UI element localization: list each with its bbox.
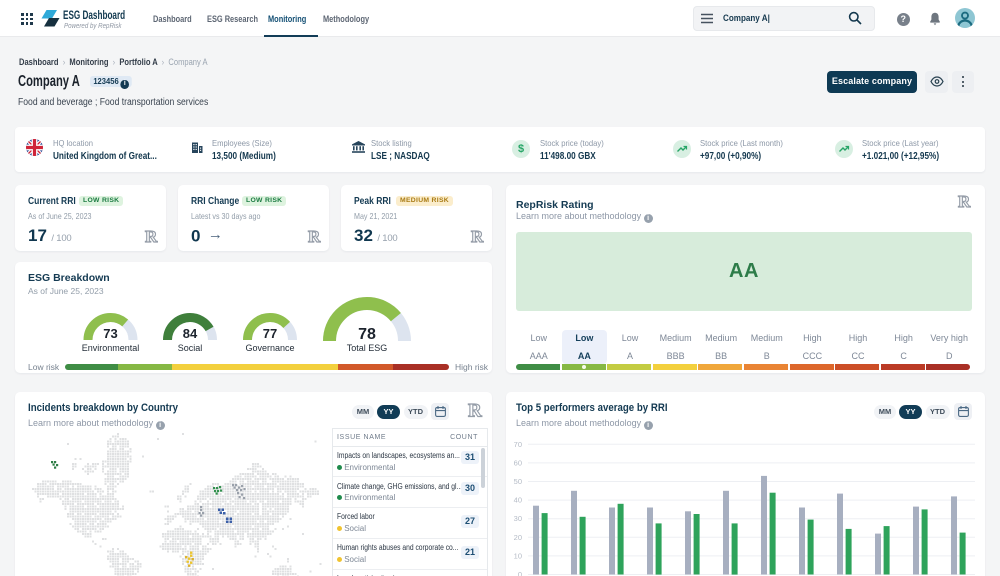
svg-text:40: 40 [514,496,522,505]
svg-text:0: 0 [518,570,522,576]
svg-text:10: 10 [514,551,522,560]
svg-text:20: 20 [514,533,522,542]
svg-text:70: 70 [514,440,522,449]
svg-text:50: 50 [514,477,522,486]
svg-text:30: 30 [514,514,522,523]
svg-text:60: 60 [514,458,522,467]
